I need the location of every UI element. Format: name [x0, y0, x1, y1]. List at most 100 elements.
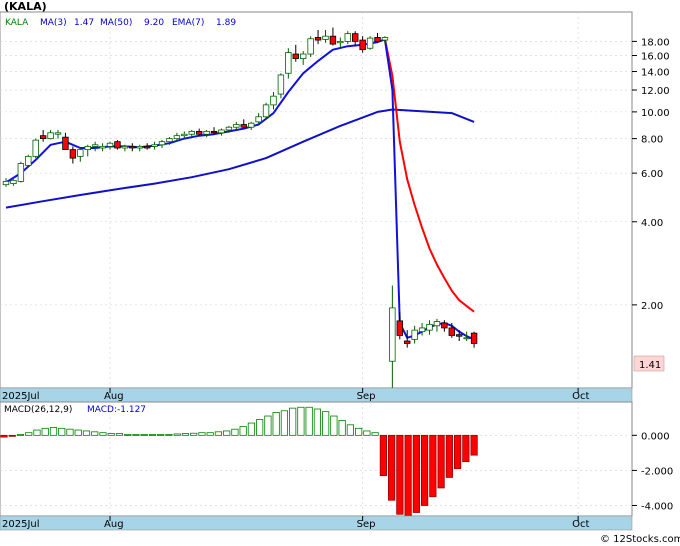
price-y-tick-label: 8.00 — [641, 135, 663, 146]
candle-body — [47, 132, 54, 140]
candle-body — [17, 163, 25, 182]
macd-bar-negative — [462, 434, 470, 463]
macd-bar-positive — [313, 408, 321, 436]
macd-bar-positive — [280, 410, 289, 436]
candle-body — [151, 144, 158, 147]
macd-bar-positive — [338, 420, 346, 436]
candle-body — [381, 37, 389, 41]
candle-body — [166, 138, 173, 143]
candle-body — [129, 145, 136, 149]
macd-bar-positive — [256, 419, 264, 436]
candle-body — [195, 130, 203, 135]
date-label: Sep — [357, 391, 376, 402]
macd-bar-positive — [371, 432, 379, 436]
legend-ma3-label: MA(3) — [40, 18, 67, 28]
macd-bar-positive — [140, 434, 148, 436]
candle-body — [359, 39, 366, 51]
candle-body — [396, 320, 403, 336]
macd-bar-positive — [16, 434, 25, 436]
macd-bar-positive — [91, 431, 99, 436]
price-y-tick-label: 12.00 — [641, 86, 670, 97]
macd-bar-positive — [198, 432, 206, 436]
candle-body — [270, 95, 277, 106]
macd-bar-positive — [355, 427, 363, 436]
candle-body — [114, 141, 121, 149]
macd-bar-positive — [289, 407, 297, 436]
macd-bar-positive — [272, 412, 280, 436]
candle-body — [322, 35, 329, 40]
macd-bar-positive — [82, 430, 91, 436]
candle-body — [54, 132, 62, 135]
candle-body — [404, 340, 411, 344]
macd-bar-positive — [330, 415, 338, 436]
macd-bar-positive — [33, 429, 41, 436]
candle-body — [158, 141, 166, 146]
candle-body — [470, 332, 478, 344]
candle-body — [299, 53, 307, 59]
macd-bar-positive — [49, 427, 58, 436]
stock-chart: 18.00 16.00 14.00 12.00 10.00 8.00 6.00 4.00 2.0… — [0, 0, 680, 545]
price-y-tick-label: 4.00 — [641, 218, 663, 229]
candle-body — [277, 74, 285, 95]
macd-bar-positive — [148, 434, 157, 436]
macd-bar-negative — [445, 434, 453, 478]
macd-bar-negative — [412, 434, 420, 513]
price-y-tick-label: 14.00 — [641, 68, 670, 79]
price-y-tick-label: 16.00 — [641, 52, 670, 63]
macd-bar-positive — [107, 433, 115, 436]
macd-y-tick-label: -4.000 — [641, 501, 673, 512]
macd-bar-positive — [206, 432, 214, 436]
candle-body — [84, 145, 91, 151]
macd-bar-positive — [181, 433, 190, 436]
legend-ticker: KALA — [5, 18, 29, 28]
macd-bar-negative — [404, 434, 412, 519]
candle-body — [62, 136, 69, 151]
price-panel-frame — [0, 11, 633, 389]
candle-body — [374, 37, 381, 42]
date-label: Sep — [357, 519, 376, 530]
macd-bar-positive — [190, 432, 198, 436]
candle-body — [143, 145, 151, 149]
candle-body — [181, 133, 188, 137]
candle-body — [448, 327, 455, 336]
macd-bar-positive — [305, 406, 313, 436]
candle-body — [285, 52, 292, 74]
price-y-axis: 18.00 16.00 14.00 12.00 10.00 8.00 6.00 4.00 2.0… — [632, 37, 670, 312]
macd-bar-positive — [74, 429, 82, 436]
macd-bar-positive — [124, 434, 132, 436]
legend-ma3-value: 1.47 — [74, 18, 94, 28]
price-y-tick-label: 10.00 — [641, 108, 670, 119]
macd-bar-positive — [231, 428, 239, 436]
watermark: © 12Stocks.com — [600, 534, 680, 545]
candle-body — [173, 135, 181, 140]
macd-bar-positive — [115, 433, 124, 436]
macd-bar-positive — [132, 434, 140, 436]
macd-bar-positive — [346, 424, 354, 436]
macd-bar-positive — [214, 431, 223, 436]
candle-body — [389, 307, 396, 362]
date-label: Aug — [104, 519, 124, 530]
candle-body — [292, 53, 299, 59]
macd-y-tick-label: -2.000 — [641, 466, 673, 477]
candle-body — [32, 139, 39, 157]
candle-body — [25, 155, 32, 166]
macd-bar-negative — [388, 434, 396, 501]
candle-body — [366, 37, 374, 49]
macd-bar-negative — [421, 434, 429, 506]
macd-bar-positive — [66, 428, 74, 436]
macd-bar-positive — [25, 432, 33, 436]
date-strip-bottom — [0, 515, 633, 531]
date-label: Oct — [572, 391, 589, 402]
macd-legend-value: MACD:-1.127 — [87, 405, 146, 415]
macd-bar-positive — [99, 432, 107, 436]
macd-bar-positive — [247, 422, 256, 436]
candle-body — [218, 129, 225, 134]
candle-body — [69, 149, 77, 159]
candle-body — [418, 327, 426, 333]
macd-bar-positive — [363, 430, 371, 436]
macd-bar-negative — [453, 434, 462, 470]
candle-body — [456, 334, 463, 337]
candle-body — [352, 33, 359, 42]
candle-body — [240, 124, 247, 128]
macd-bar-positive — [41, 427, 49, 436]
